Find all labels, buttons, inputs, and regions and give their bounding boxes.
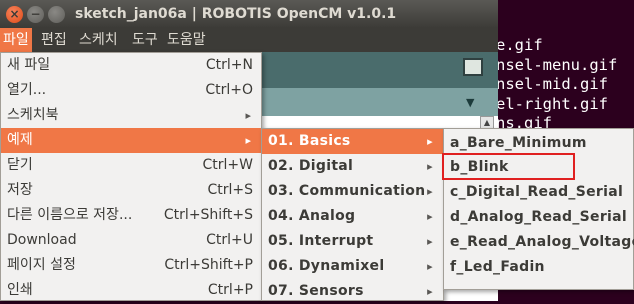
submenu-arrow-icon: ▸: [427, 160, 433, 173]
submenu-arrow-icon: ▸: [427, 210, 433, 223]
menu-item-led-fadin[interactable]: f_Led_Fadin: [444, 255, 633, 280]
file-menu: 새 파일 Ctrl+N 열기... Ctrl+O 스케치북 ▸ 예제 ▸ 닫기 …: [0, 52, 262, 301]
menu-item-save-as[interactable]: 다른 이름으로 저장... Ctrl+Shift+S: [1, 203, 261, 228]
shortcut-label: Ctrl+Shift+S: [163, 207, 253, 223]
menu-item-blink[interactable]: b_Blink: [444, 155, 633, 180]
shortcut-label: Ctrl+S: [207, 182, 253, 198]
menu-item-read-analog-voltage[interactable]: e_Read_Analog_Voltage: [444, 230, 634, 255]
shortcut-label: Ctrl+U: [206, 232, 253, 248]
menu-item-basics[interactable]: 01. Basics ▸: [262, 129, 443, 154]
menu-item-analog[interactable]: 04. Analog ▸: [262, 204, 443, 229]
maximize-icon[interactable]: [48, 6, 65, 23]
menu-item-label: 02. Digital: [268, 158, 354, 174]
menu-file[interactable]: 파일: [0, 28, 32, 52]
close-icon[interactable]: ×: [6, 6, 23, 23]
menu-item-print[interactable]: 인쇄 Ctrl+P: [1, 278, 261, 303]
menu-item-sensors[interactable]: 07. Sensors ▸: [262, 279, 443, 304]
submenu-arrow-icon: ▸: [427, 235, 433, 248]
menu-item-label: 04. Analog: [268, 208, 356, 224]
menu-item-sketchbook[interactable]: 스케치북 ▸: [1, 103, 261, 128]
menu-bar: 파일 편집 스케치 도구 도움말: [0, 28, 498, 52]
menu-item-label: 열기...: [7, 82, 47, 98]
menu-item-communication[interactable]: 03. Communication ▸: [262, 179, 443, 204]
examples-menu: 01. Basics ▸ 02. Digital ▸ 03. Communica…: [261, 128, 444, 301]
menu-item-label: 닫기: [7, 157, 33, 173]
submenu-arrow-icon: ▸: [427, 185, 433, 198]
menu-item-label: 저장: [7, 182, 33, 198]
serial-monitor-icon[interactable]: [463, 58, 483, 76]
menu-item-download[interactable]: Download Ctrl+U: [1, 228, 261, 253]
submenu-arrow-icon: ▸: [427, 285, 433, 298]
menu-item-open[interactable]: 열기... Ctrl+O: [1, 78, 261, 103]
menu-item-label: 예제: [7, 132, 33, 148]
basics-menu: a_Bare_Minimum b_Blink c_Digital_Read_Se…: [443, 128, 634, 290]
menu-item-label: Download: [7, 232, 77, 248]
menu-item-label: 다른 이름으로 저장...: [7, 207, 133, 223]
menu-item-label: 스케치북: [7, 107, 59, 123]
submenu-arrow-icon: ▸: [427, 260, 433, 273]
shortcut-label: Ctrl+W: [202, 157, 253, 173]
window-title: sketch_jan06a | ROBOTIS OpenCM v1.0.1: [75, 6, 397, 22]
terminal-line: e.gif: [496, 36, 543, 54]
minimize-icon[interactable]: −: [27, 6, 44, 23]
menu-item-digital[interactable]: 02. Digital ▸: [262, 154, 443, 179]
menu-item-dynamixel[interactable]: 06. Dynamixel ▸: [262, 254, 443, 279]
shortcut-label: Ctrl+N: [205, 57, 253, 73]
menu-item-label: 07. Sensors: [268, 283, 364, 299]
menu-item-analog-read-serial[interactable]: d_Analog_Read_Serial: [444, 205, 633, 230]
tab-dropdown-icon[interactable]: ▼: [466, 96, 474, 109]
menu-tools[interactable]: 도구: [129, 28, 161, 52]
terminal-line: nsel-mid.gif: [496, 75, 608, 93]
shortcut-label: Ctrl+P: [207, 282, 253, 298]
menu-item-page-setup[interactable]: 페이지 설정 Ctrl+Shift+P: [1, 253, 261, 278]
menu-item-interrupt[interactable]: 05. Interrupt ▸: [262, 229, 443, 254]
menu-item-save[interactable]: 저장 Ctrl+S: [1, 178, 261, 203]
menu-item-label: 06. Dynamixel: [268, 258, 385, 274]
menu-edit[interactable]: 편집: [38, 28, 70, 52]
menu-item-examples[interactable]: 예제 ▸: [1, 128, 261, 153]
menu-item-new[interactable]: 새 파일 Ctrl+N: [1, 53, 261, 78]
submenu-arrow-icon: ▸: [245, 134, 251, 147]
window-titlebar[interactable]: sketch_jan06a | ROBOTIS OpenCM v1.0.1: [0, 0, 498, 28]
menu-item-digital-read-serial[interactable]: c_Digital_Read_Serial: [444, 180, 633, 205]
menu-sketch[interactable]: 스케치: [76, 28, 121, 52]
menu-item-label: 05. Interrupt: [268, 233, 374, 249]
menu-item-label: 인쇄: [7, 282, 33, 298]
menu-item-close[interactable]: 닫기 Ctrl+W: [1, 153, 261, 178]
terminal-line: el-right.gif: [496, 94, 608, 113]
menu-item-label: 03. Communication: [268, 183, 426, 199]
shortcut-label: Ctrl+Shift+P: [164, 257, 253, 273]
submenu-arrow-icon: ▸: [427, 135, 433, 148]
menu-item-label: 페이지 설정: [7, 257, 76, 273]
menu-item-bare-minimum[interactable]: a_Bare_Minimum: [444, 131, 633, 156]
menu-item-label: 새 파일: [7, 57, 51, 73]
submenu-arrow-icon: ▸: [245, 109, 251, 122]
menu-item-label: 01. Basics: [268, 133, 351, 149]
terminal-line: nsel-menu.gif: [496, 55, 618, 74]
shortcut-label: Ctrl+O: [205, 82, 253, 98]
menu-help[interactable]: 도움말: [164, 28, 209, 52]
